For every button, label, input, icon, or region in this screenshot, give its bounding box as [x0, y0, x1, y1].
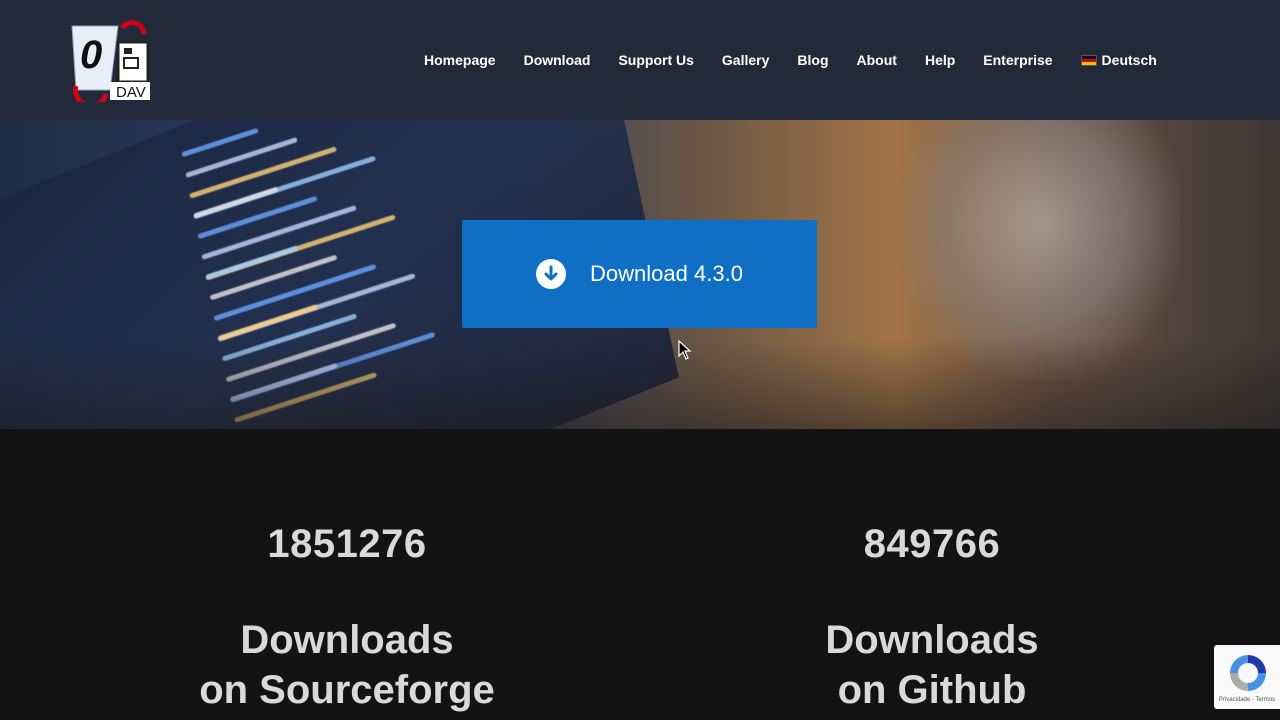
- site-logo[interactable]: 0 DAV: [70, 20, 152, 108]
- recaptcha-icon: [1230, 655, 1266, 691]
- main-nav: Homepage Download Support Us Gallery Blo…: [410, 0, 1171, 120]
- stat-sourceforge: 1851276 Downloads on Sourceforge: [137, 522, 557, 715]
- download-latest-button[interactable]: Download 4.3.0: [462, 220, 817, 328]
- download-button-label: Download 4.3.0: [590, 261, 743, 286]
- sourceforge-download-count: 1851276: [267, 522, 427, 566]
- github-download-count: 849766: [863, 522, 1001, 566]
- nav-enterprise[interactable]: Enterprise: [983, 52, 1052, 68]
- nav-download[interactable]: Download: [524, 52, 591, 68]
- nav-about[interactable]: About: [857, 52, 897, 68]
- nav-gallery[interactable]: Gallery: [722, 52, 769, 68]
- mouse-cursor-icon: [678, 340, 692, 360]
- recaptcha-privacy-terms[interactable]: Privacidade - Termos: [1214, 697, 1280, 703]
- stat-label-line1: Downloads: [825, 618, 1039, 662]
- stat-github: 849766 Downloads on Github: [722, 522, 1142, 715]
- stat-label-line2: on Sourceforge: [199, 668, 495, 712]
- german-flag-icon: [1080, 54, 1097, 66]
- nav-language-deutsch[interactable]: Deutsch: [1080, 52, 1157, 68]
- logo-icon: 0 DAV: [71, 20, 150, 108]
- hero-shade: [0, 339, 1280, 429]
- svg-text:0: 0: [80, 33, 102, 77]
- site-header: 0 DAV Homepage Download Support Us Galle…: [0, 0, 1280, 120]
- nav-help[interactable]: Help: [925, 52, 955, 68]
- nav-language-label: Deutsch: [1101, 52, 1157, 68]
- nav-blog[interactable]: Blog: [797, 52, 828, 68]
- svg-text:DAV: DAV: [116, 84, 146, 101]
- nav-homepage[interactable]: Homepage: [424, 52, 496, 68]
- stat-label-line1: Downloads: [240, 618, 454, 662]
- download-arrow-icon: [536, 259, 567, 289]
- recaptcha-badge[interactable]: Privacidade - Termos: [1214, 645, 1280, 709]
- github-download-label: Downloads on Github: [722, 615, 1142, 715]
- sourceforge-download-label: Downloads on Sourceforge: [137, 615, 557, 715]
- stat-label-line2: on Github: [837, 668, 1027, 712]
- nav-support-us[interactable]: Support Us: [618, 52, 693, 68]
